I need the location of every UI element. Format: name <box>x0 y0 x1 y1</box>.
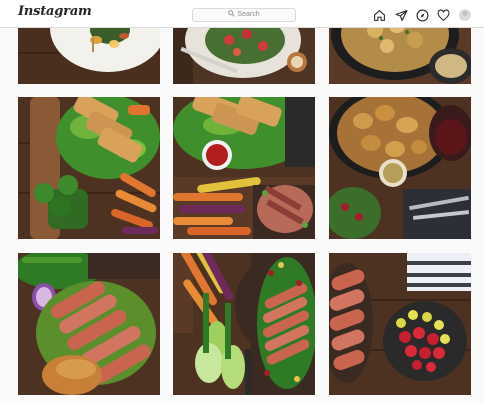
post-thumbnail[interactable] <box>329 253 471 395</box>
top-navigation-bar: Instagram Search <box>0 0 484 28</box>
direct-send-icon[interactable] <box>395 9 408 22</box>
post-thumbnail[interactable] <box>18 97 160 239</box>
post-thumbnail[interactable] <box>251 253 315 395</box>
explore-compass-icon[interactable] <box>416 9 429 22</box>
home-icon[interactable] <box>373 9 386 22</box>
profile-avatar[interactable] <box>459 9 471 21</box>
search-placeholder: Search <box>237 11 260 18</box>
photo-grid <box>0 0 484 403</box>
post-thumbnail[interactable] <box>173 97 315 239</box>
instagram-logo[interactable]: Instagram <box>18 4 92 19</box>
post-thumbnail[interactable] <box>329 97 471 239</box>
post-thumbnail[interactable] <box>18 253 160 395</box>
activity-heart-icon[interactable] <box>437 9 450 22</box>
search-icon <box>228 10 236 17</box>
search-input[interactable]: Search <box>192 8 296 22</box>
